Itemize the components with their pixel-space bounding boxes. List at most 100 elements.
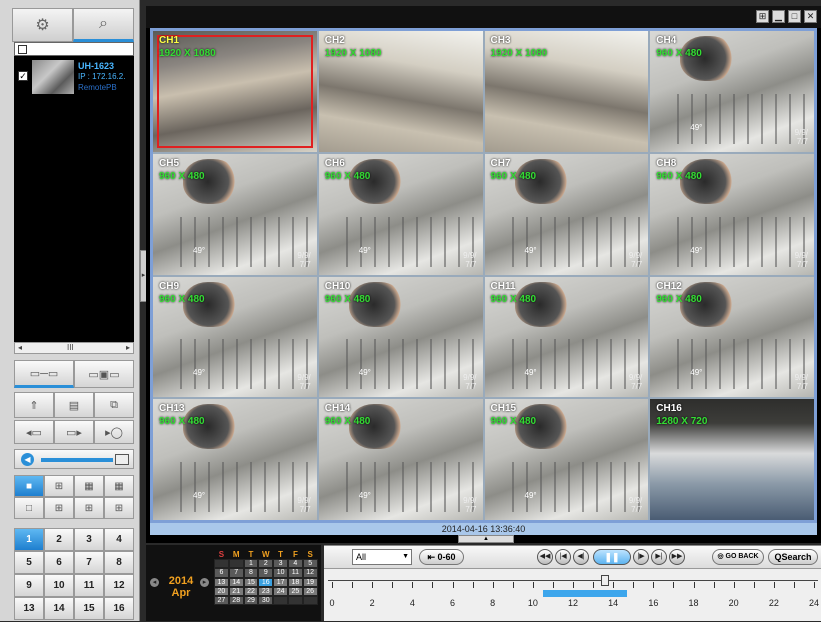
channel-select[interactable]: All ▼ [352,549,412,565]
scroll-right-icon[interactable]: ▸ [126,343,130,352]
fast-rewind-button[interactable]: ◀◀ [537,549,553,565]
single-view-button[interactable]: ▭─▭ [14,360,74,388]
select-all-checkbox[interactable] [18,45,27,54]
camera-tile[interactable]: 49° 9/9/7/7 CH5 960 X 480 [153,153,317,275]
search-tab[interactable]: ⌕ [73,8,134,42]
calendar-day[interactable]: 26 [302,586,318,596]
channel-button[interactable]: 15 [74,597,104,620]
camera-tile[interactable]: 49° 9/9/7/7 CH12 960 X 480 [650,276,814,398]
calendar-day[interactable]: 21 [228,586,244,596]
channel-button[interactable]: 6 [44,551,74,574]
calendar-day[interactable]: 17 [273,577,288,587]
channel-button[interactable]: 16 [104,597,134,620]
calendar-day[interactable]: 29 [243,595,259,606]
scroll-left-icon[interactable]: ◂ [18,343,22,352]
volume-thumb[interactable] [115,454,129,465]
calendar-day[interactable]: 14 [228,577,244,587]
fast-forward-button[interactable]: ▶▶ [669,549,685,565]
multi-view-button[interactable]: ▭▣▭ [74,360,134,388]
calendar-day[interactable]: 30 [258,595,274,606]
minimize-icon[interactable]: ▁ [772,10,785,23]
export-button[interactable]: ⇑ [14,392,54,418]
channel-button[interactable]: 3 [74,528,104,551]
layout-4x4-button[interactable]: ▦ [104,475,134,497]
camera-tile[interactable]: 49° 9/9/7/7 CH15 960 X 480 [484,399,649,520]
camera-tile[interactable]: 49° 9/9/7/7 CH4 960 X 480 [650,31,814,152]
calendar-day[interactable]: 4 [287,559,303,569]
step-forward-button[interactable]: ▶| [651,549,667,565]
volume-control[interactable]: ◀ [14,449,134,469]
next-month-icon[interactable]: ▸ [200,578,209,587]
camera-tile[interactable]: 49° 9/9/7/7 CH11 960 X 480 [484,276,649,398]
timeline[interactable]: 0 2 4 6 8 10 12 14 16 18 20 22 24 [324,574,821,622]
settings-tab[interactable]: ⚙ [12,8,73,42]
calendar-day[interactable]: 3 [273,559,288,569]
camera-tile[interactable]: CH1 1920 X 1080 [153,31,317,152]
backup-button[interactable]: ⧉ [94,392,134,418]
calendar-day[interactable]: 11 [287,568,303,578]
next-device-button[interactable]: ▭▸ [54,420,94,444]
prev-device-button[interactable]: ◂▭ [14,420,54,444]
calendar-day[interactable]: 6 [214,568,229,578]
go-back-button[interactable]: ◎ GO BACK [712,549,764,565]
layout-1x1-button[interactable]: ■ [14,475,44,497]
device-checkbox[interactable]: ✓ [18,71,28,81]
channel-button[interactable]: 5 [14,551,44,574]
layout-3x3-button[interactable]: ▦ [74,475,104,497]
device-list-scrollbar[interactable]: ◂ III ▸ [14,342,134,354]
calendar-day[interactable]: 20 [214,586,229,596]
camera-tile[interactable]: 49° 9/9/7/7 CH6 960 X 480 [318,153,483,275]
calendar-day[interactable]: 23 [258,586,274,596]
layout-4x4b-button[interactable]: ⊞ [104,497,134,519]
calendar-day[interactable]: 8 [243,568,259,578]
channel-button[interactable]: 7 [74,551,104,574]
calendar-day[interactable]: 12 [302,568,318,578]
channel-button[interactable]: 11 [74,574,104,597]
channel-button[interactable]: 1 [14,528,44,551]
calendar-day[interactable]: 16 [258,577,274,587]
step-back-button[interactable]: |◀ [555,549,571,565]
scroll-grip[interactable]: III [67,343,74,352]
calendar-day[interactable]: 7 [228,568,244,578]
camera-tile[interactable]: 49° 9/9/7/7 CH13 960 X 480 [153,399,317,520]
recorded-range-bar[interactable] [542,590,628,597]
calendar-day[interactable]: 18 [287,577,303,587]
timeline-cursor[interactable] [601,575,610,586]
channel-button[interactable]: 4 [104,528,134,551]
calendar-day[interactable]: 19 [302,577,318,587]
calendar-day[interactable]: 5 [302,559,318,569]
channel-button[interactable]: 14 [44,597,74,620]
camera-tile[interactable]: 49° 9/9/7/7 CH9 960 X 480 [153,276,317,398]
calendar-day[interactable]: 1 [243,559,259,569]
camera-tile[interactable]: 49° 9/9/7/7 CH8 960 X 480 [650,153,814,275]
pause-button[interactable]: ❚❚ [593,549,631,565]
channel-button[interactable]: 2 [44,528,74,551]
camera-tile[interactable]: 49° 9/9/7/7 CH10 960 X 480 [318,276,483,398]
reverse-play-button[interactable]: ◀| [573,549,589,565]
maximize-icon[interactable]: □ [788,10,801,23]
channel-button[interactable]: 12 [104,574,134,597]
channel-button[interactable]: 9 [14,574,44,597]
camera-tile[interactable]: CH3 1920 X 1080 [484,31,649,152]
expand-handle[interactable]: ▲ [458,535,514,543]
layout-3x3b-button[interactable]: ⊞ [74,497,104,519]
time-range-button[interactable]: ⇤ 0-60 [419,549,464,565]
layout-full-button[interactable]: □ [14,497,44,519]
audio-output-button[interactable]: ▸◯ [94,420,134,444]
close-icon[interactable]: ✕ [804,10,817,23]
device-item[interactable]: ✓ UH-1623 IP : 172.16.2. RemotePB [14,58,134,96]
calendar-day[interactable]: 2 [258,559,274,569]
channel-button[interactable]: 13 [14,597,44,620]
calendar-day[interactable]: 13 [214,577,229,587]
qsearch-button[interactable]: QSearch [768,549,818,565]
channel-button[interactable]: 10 [44,574,74,597]
print-button[interactable]: ▤ [54,392,94,418]
speaker-icon[interactable]: ◀ [21,453,34,466]
camera-tile[interactable]: 49° 9/9/7/7 CH14 960 X 480 [318,399,483,520]
camera-tile[interactable]: 49° 9/9/7/7 CH7 960 X 480 [484,153,649,275]
grid-toggle-icon[interactable]: ⊞ [756,10,769,23]
calendar-day[interactable]: 9 [258,568,274,578]
camera-tile[interactable]: CH2 1920 X 1080 [318,31,483,152]
calendar-day[interactable]: 15 [243,577,259,587]
calendar-day[interactable]: 10 [273,568,288,578]
